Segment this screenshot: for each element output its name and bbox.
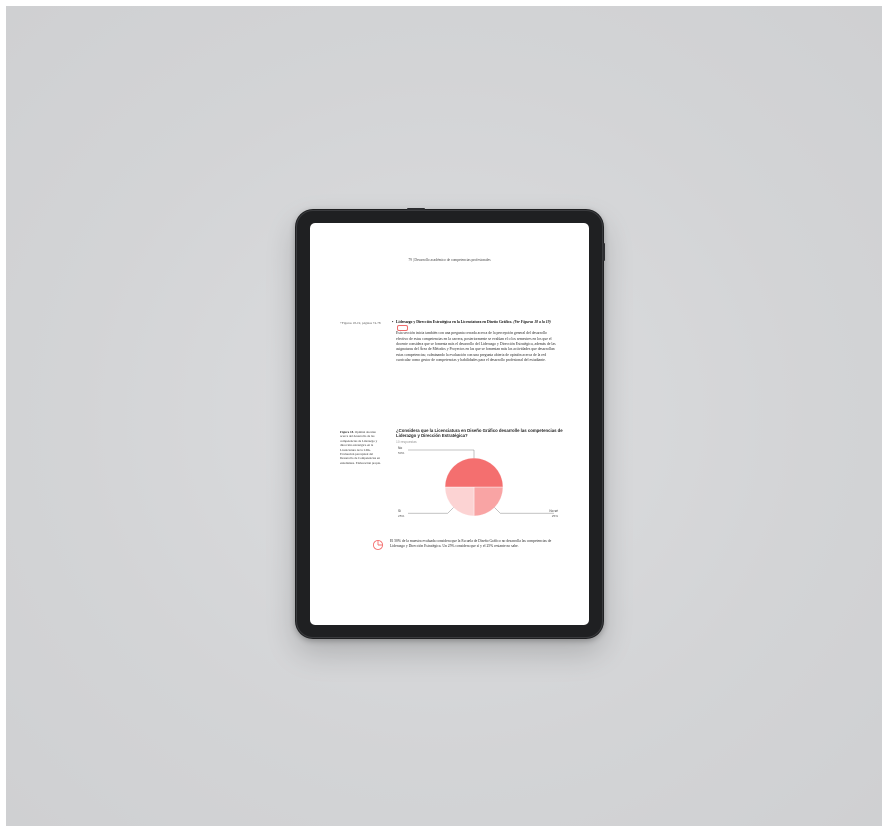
section-title: Liderazgo y Dirección Estratégica en la …: [396, 320, 556, 332]
pie-slices: [444, 457, 504, 517]
pie-label-2: No: [398, 446, 402, 450]
page-header: 79 | Desarrollo académico de competencia…: [408, 258, 491, 262]
pie-slice-2: [444, 457, 504, 488]
pie-value-label-0: 25%: [552, 514, 558, 518]
figure-caption: Figura 18. Opinión docente acerca del de…: [340, 430, 384, 465]
section-title-text: Liderazgo y Dirección Estratégica en la …: [396, 320, 513, 324]
pie-leader-2: [408, 449, 475, 458]
section-body: Esta sección inicia también con una preg…: [396, 331, 556, 362]
section-ref: (Ver Figuras 18 a la 19): [513, 320, 551, 324]
tablet-device: 79 | Desarrollo académico de competencia…: [295, 208, 605, 639]
figure-caption-text: Opinión docente acerca del desarrollo de…: [340, 430, 381, 465]
ref-link-icon[interactable]: [397, 325, 408, 332]
summary-text: El 50% de la muestra evaluada considera …: [390, 539, 552, 549]
chart-title: ¿Considera que la Licenciatura en Diseño…: [396, 428, 563, 439]
pie-chart: No sé25%Sí25%No50%: [398, 446, 558, 518]
pie-value-label-1: 25%: [398, 514, 404, 518]
pie-label-0: No sé: [549, 509, 558, 513]
pie-leader-0: [494, 507, 554, 514]
chart-subtitle: 10 respuestas: [396, 440, 417, 444]
tablet-screen[interactable]: 79 | Desarrollo académico de competencia…: [310, 223, 589, 625]
section-block: • Liderazgo y Dirección Estratégica en l…: [392, 320, 556, 363]
pie-chart-icon: [372, 539, 384, 551]
pie-value-label-2: 50%: [398, 451, 404, 455]
power-button: [407, 208, 425, 210]
section-bullet: •: [392, 320, 394, 324]
margin-note: +Figuras 18-19, páginas 74-78: [340, 321, 381, 325]
figure-caption-label: Figura 18.: [340, 430, 354, 434]
volume-button: [603, 243, 605, 261]
pie-label-1: Sí: [398, 509, 401, 513]
pie-leader-1: [408, 507, 454, 514]
